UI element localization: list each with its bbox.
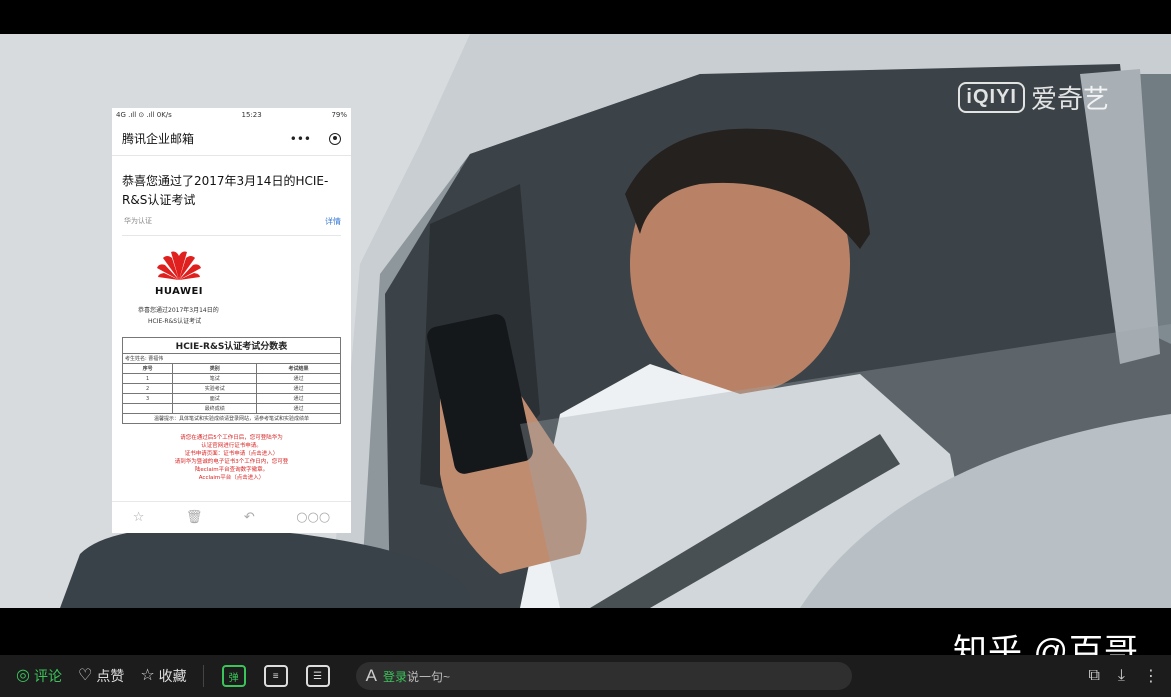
comment-icon: ◎ [16,667,30,684]
danmaku-toggle-button[interactable]: 弹 [221,665,246,687]
star-icon: ☆ [132,510,145,525]
phone-app-header: 腾讯企业邮箱 ••• [112,122,351,156]
divider [122,235,341,236]
reply-icon: ↶ [243,510,255,525]
table-row: 1 笔试 通过 [121,373,341,384]
table-row: 最终成绩 通过 [121,403,341,414]
notice-line: Acclaim平台（点击进入） [198,475,265,481]
more-icon: ○○○ [296,510,331,525]
cell [121,403,174,414]
list-icon: ☰ [313,670,323,682]
input-placeholder: 说一句~ [407,669,451,684]
text-style-icon: A [365,666,377,685]
external-link-icon[interactable]: ⧉ [1088,667,1099,685]
huawei-petals-icon [157,251,201,280]
email-sender: 华为认证 [124,217,152,225]
status-time: 15:23 [241,111,262,119]
notice-line: 请到华为暨诚的电子证书3个工作日内，您可登 [174,459,289,465]
congrats-line-2: HCIE-R&S认证考试 [148,318,202,325]
favorite-button[interactable]: ☆ 收藏 [140,666,186,686]
cell: 笔试 [172,373,258,384]
like-button[interactable]: ♡ 点赞 [78,666,124,686]
download-icon[interactable]: ⤓ [1118,667,1125,685]
iqiyi-logo: iQIYI [958,82,1025,113]
table-row: 3 面试 通过 [121,393,341,404]
congrats-text: 恭喜您通过2017年3月14日的 HCIE-R&S认证考试 [138,305,351,327]
more-vertical-icon[interactable]: ⋮ [1143,666,1159,686]
phone-status-bar: 4G .ıll ⊙ .ıll 0K/s 15:23 79% [112,108,351,122]
more-dots-icon: ••• [289,131,311,146]
danmaku-settings-button[interactable]: ≡ [263,665,288,687]
red-notice: 请您在通过后5个工作日后，您可登陆华为 认证官网进行证书申请。 证书申请页面：证… [112,434,351,482]
col-header: 类别 [172,363,258,374]
cell: 2 [121,383,174,394]
comment-label: 评论 [33,668,62,684]
danmaku-input[interactable]: A 登录说一句~ [355,662,852,690]
letterbox-top [0,0,1171,34]
candidate-name: 考生姓名: 曹福伟 [122,353,341,364]
status-signal: 4G .ıll ⊙ .ıll 0K/s [116,111,172,119]
table-header-row: 序号 类别 考试结果 [121,363,341,374]
iqiyi-name: 爱奇艺 [1030,84,1109,114]
cell: 最终成绩 [172,403,258,414]
email-subject: 恭喜您通过了2017年3月14日的HCIE-R&S认证考试 [122,174,329,207]
login-link[interactable]: 登录 [383,670,407,684]
cell: 通过 [256,403,341,414]
cell: 实验考试 [172,383,258,394]
cell: 1 [121,373,174,384]
table-row: 2 实验考试 通过 [121,383,341,394]
congrats-line-1: 恭喜您通过2017年3月14日的 [138,307,219,314]
table-title: HCIE-R&S认证考试分数表 [122,337,341,354]
cell: 通过 [256,383,341,394]
huawei-logo: HUAWEI [154,248,204,297]
score-table: HCIE-R&S认证考试分数表 考生姓名: 曹福伟 序号 类别 考试结果 1 笔… [121,337,341,424]
cell: 面试 [172,393,258,404]
iqiyi-watermark: iQIYI 爱奇艺 [958,79,1109,116]
favorite-label: 收藏 [158,668,187,684]
danmaku-icon: 弹 [228,672,239,684]
col-header: 考试结果 [256,363,341,374]
notice-line: 认证官网进行证书申请。 [201,443,262,449]
cell: 通过 [256,393,341,404]
col-header: 序号 [121,363,174,374]
app-title: 腾讯企业邮箱 [122,132,195,146]
phone-footer: ☆ 🗑 ↶ ○○○ [112,501,351,533]
notice-line: 证书申请页面：证书申请（点击进入） [184,451,279,457]
notice-line: 请您在通过后5个工作日后，您可登陆华为 [180,435,283,441]
cell: 3 [121,393,174,404]
toolbar-divider [202,665,204,687]
heart-icon: ♡ [77,667,93,684]
cell: 通过 [256,373,341,384]
huawei-brand: HUAWEI [154,286,204,297]
comment-button[interactable]: ◎ 评论 [16,666,62,686]
email-detail-link: 详情 [325,217,341,226]
notice-line: 陆eclaim平台查询数字徽章。 [194,467,269,473]
settings-icon: ≡ [272,670,279,682]
star-icon: ☆ [140,667,155,684]
like-label: 点赞 [96,668,125,684]
table-note: 温馨提示：具体笔试和实验成绩请登录网站，请参考笔试和实验成绩单 [122,413,341,424]
status-battery: 79% [331,111,347,119]
bottom-toolbar: ◎ 评论 ♡ 点赞 ☆ 收藏 弹 ≡ ☰ A 登录说一句~ ⧉ ⤓ ⋮ [0,655,1171,697]
trash-icon: 🗑 [185,510,203,525]
phone-screenshot-overlay: 4G .ıll ⊙ .ıll 0K/s 15:23 79% 腾讯企业邮箱 •••… [112,108,351,533]
danmaku-list-button[interactable]: ☰ [305,665,330,687]
close-target-icon [329,132,341,145]
